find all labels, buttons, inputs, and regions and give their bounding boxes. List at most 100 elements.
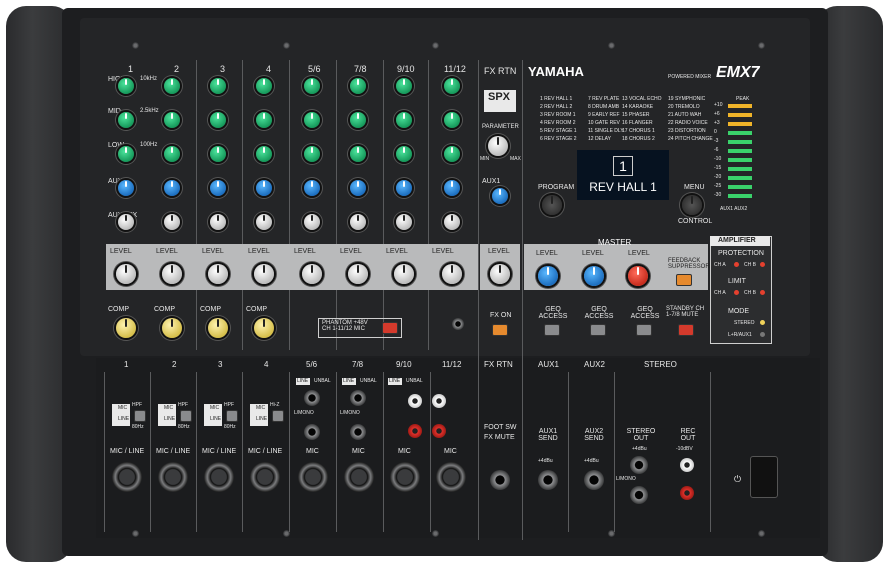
ch78-high-knob[interactable] bbox=[350, 78, 366, 94]
ch1112-rca-r[interactable] bbox=[432, 424, 446, 438]
ch910-high-knob[interactable] bbox=[396, 78, 412, 94]
ch2-high-knob[interactable] bbox=[164, 78, 180, 94]
stereo-master-knob[interactable] bbox=[628, 266, 648, 286]
ch910-aux2-knob[interactable] bbox=[396, 214, 412, 230]
power-switch[interactable] bbox=[750, 456, 778, 498]
ch3-high-knob[interactable] bbox=[210, 78, 226, 94]
ch4-comp-knob[interactable] bbox=[254, 318, 274, 338]
ch2-combo-jack[interactable] bbox=[158, 462, 188, 492]
program-dial[interactable] bbox=[542, 195, 562, 215]
ch4-low-knob[interactable] bbox=[256, 146, 272, 162]
ch1-aux1-knob[interactable] bbox=[118, 180, 134, 196]
ch1112-level-knob[interactable] bbox=[442, 264, 462, 284]
ch4-high-knob[interactable] bbox=[256, 78, 272, 94]
ch4-hiz-button[interactable] bbox=[272, 410, 284, 422]
rec-out-l-rca[interactable] bbox=[680, 458, 694, 472]
ch3-mid-knob[interactable] bbox=[210, 112, 226, 128]
ch2-comp-knob[interactable] bbox=[162, 318, 182, 338]
fx-on-button[interactable] bbox=[492, 324, 508, 336]
ch2-aux2-knob[interactable] bbox=[164, 214, 180, 230]
ch1112-low-knob[interactable] bbox=[444, 146, 460, 162]
ch1112-aux2-knob[interactable] bbox=[444, 214, 460, 230]
ch4-aux1-knob[interactable] bbox=[256, 180, 272, 196]
aux2-master-knob[interactable] bbox=[584, 266, 604, 286]
ch78-line-r-jack[interactable] bbox=[350, 424, 366, 440]
fx-rtn-level-knob[interactable] bbox=[490, 264, 510, 284]
ch4-mid-knob[interactable] bbox=[256, 112, 272, 128]
ch4-level-knob[interactable] bbox=[254, 264, 274, 284]
ch2-level-knob[interactable] bbox=[162, 264, 182, 284]
ch1-combo-jack[interactable] bbox=[112, 462, 142, 492]
ch78-mid-knob[interactable] bbox=[350, 112, 366, 128]
ch4-aux2-knob[interactable] bbox=[256, 214, 272, 230]
ch1-hpf-button[interactable] bbox=[134, 410, 146, 422]
fx-aux1-knob[interactable] bbox=[492, 188, 508, 204]
ch78-level-knob[interactable] bbox=[348, 264, 368, 284]
bottom-ch-label: 7/8 bbox=[352, 360, 364, 369]
ch3-combo-jack[interactable] bbox=[204, 462, 234, 492]
ch1-mid-knob[interactable] bbox=[118, 112, 134, 128]
ch1112-high-knob[interactable] bbox=[444, 78, 460, 94]
ch2-low-knob[interactable] bbox=[164, 146, 180, 162]
ch56-line-r-jack[interactable] bbox=[304, 424, 320, 440]
ch2-hpf-button[interactable] bbox=[180, 410, 192, 422]
ch1112-rca-l[interactable] bbox=[432, 394, 446, 408]
ch3-aux1-knob[interactable] bbox=[210, 180, 226, 196]
aux1-geq-access-button[interactable] bbox=[544, 324, 560, 336]
ch78-xlr-jack[interactable] bbox=[344, 462, 374, 492]
ch1112-mid-knob[interactable] bbox=[444, 112, 460, 128]
ch78-line-l-jack[interactable] bbox=[350, 390, 366, 406]
ch1112-aux1-knob[interactable] bbox=[444, 180, 460, 196]
standby-switch[interactable] bbox=[678, 324, 694, 336]
feedback-suppressor-button[interactable] bbox=[676, 274, 692, 286]
ch78-low-knob[interactable] bbox=[350, 146, 366, 162]
aux1-send-jack[interactable] bbox=[538, 470, 558, 490]
headphone-jack[interactable] bbox=[452, 318, 464, 330]
ch910-rca-l[interactable] bbox=[408, 394, 422, 408]
ch910-mid-knob[interactable] bbox=[396, 112, 412, 128]
ch1112-xlr-jack[interactable] bbox=[436, 462, 466, 492]
ch4-combo-jack[interactable] bbox=[250, 462, 280, 492]
ch56-aux2-knob[interactable] bbox=[304, 214, 320, 230]
ch2-aux1-knob[interactable] bbox=[164, 180, 180, 196]
ch3-aux2-knob[interactable] bbox=[210, 214, 226, 230]
foot-switch-jack[interactable] bbox=[490, 470, 510, 490]
ch3-low-knob[interactable] bbox=[210, 146, 226, 162]
ch56-low-knob[interactable] bbox=[304, 146, 320, 162]
ch3-comp-knob[interactable] bbox=[208, 318, 228, 338]
fx-parameter-knob[interactable] bbox=[488, 136, 508, 156]
ch910-aux1-knob[interactable] bbox=[396, 180, 412, 196]
ch1-high-knob[interactable] bbox=[118, 78, 134, 94]
phantom-power-switch[interactable] bbox=[382, 322, 398, 334]
ch56-mid-knob[interactable] bbox=[304, 112, 320, 128]
ch2-mid-knob[interactable] bbox=[164, 112, 180, 128]
ch1-low-knob[interactable] bbox=[118, 146, 134, 162]
ch56-line-l-jack[interactable] bbox=[304, 390, 320, 406]
ch3-level-knob[interactable] bbox=[208, 264, 228, 284]
ch1-comp-knob[interactable] bbox=[116, 318, 136, 338]
stereo-geq-access-button[interactable] bbox=[636, 324, 652, 336]
ch910-low-knob[interactable] bbox=[396, 146, 412, 162]
ch910-rca-r[interactable] bbox=[408, 424, 422, 438]
ch56-aux1-knob[interactable] bbox=[304, 180, 320, 196]
ch1-aux2-knob[interactable] bbox=[118, 214, 134, 230]
aux2-geq-access-button[interactable] bbox=[590, 324, 606, 336]
ch3-hpf-button[interactable] bbox=[226, 410, 238, 422]
aux1-master-knob[interactable] bbox=[538, 266, 558, 286]
ch78-aux1-knob[interactable] bbox=[350, 180, 366, 196]
ch910-xlr-jack[interactable] bbox=[390, 462, 420, 492]
ch1-level-knob[interactable] bbox=[116, 264, 136, 284]
rec-out-r-rca[interactable] bbox=[680, 486, 694, 500]
aux2-send-jack[interactable] bbox=[584, 470, 604, 490]
ch56-xlr-jack[interactable] bbox=[298, 462, 328, 492]
ch910-level-knob[interactable] bbox=[394, 264, 414, 284]
ch56-level-knob[interactable] bbox=[302, 264, 322, 284]
mono-label: L/MONO bbox=[340, 410, 360, 416]
control-dial[interactable] bbox=[682, 195, 702, 215]
ch56-high-knob[interactable] bbox=[304, 78, 320, 94]
model-subtitle: POWERED MIXER bbox=[668, 74, 712, 80]
stereo-out-l-jack[interactable] bbox=[630, 456, 648, 474]
ch78-aux2-knob[interactable] bbox=[350, 214, 366, 230]
power-icon: ⏻ bbox=[734, 474, 742, 484]
stereo-out-r-jack[interactable] bbox=[630, 486, 648, 504]
